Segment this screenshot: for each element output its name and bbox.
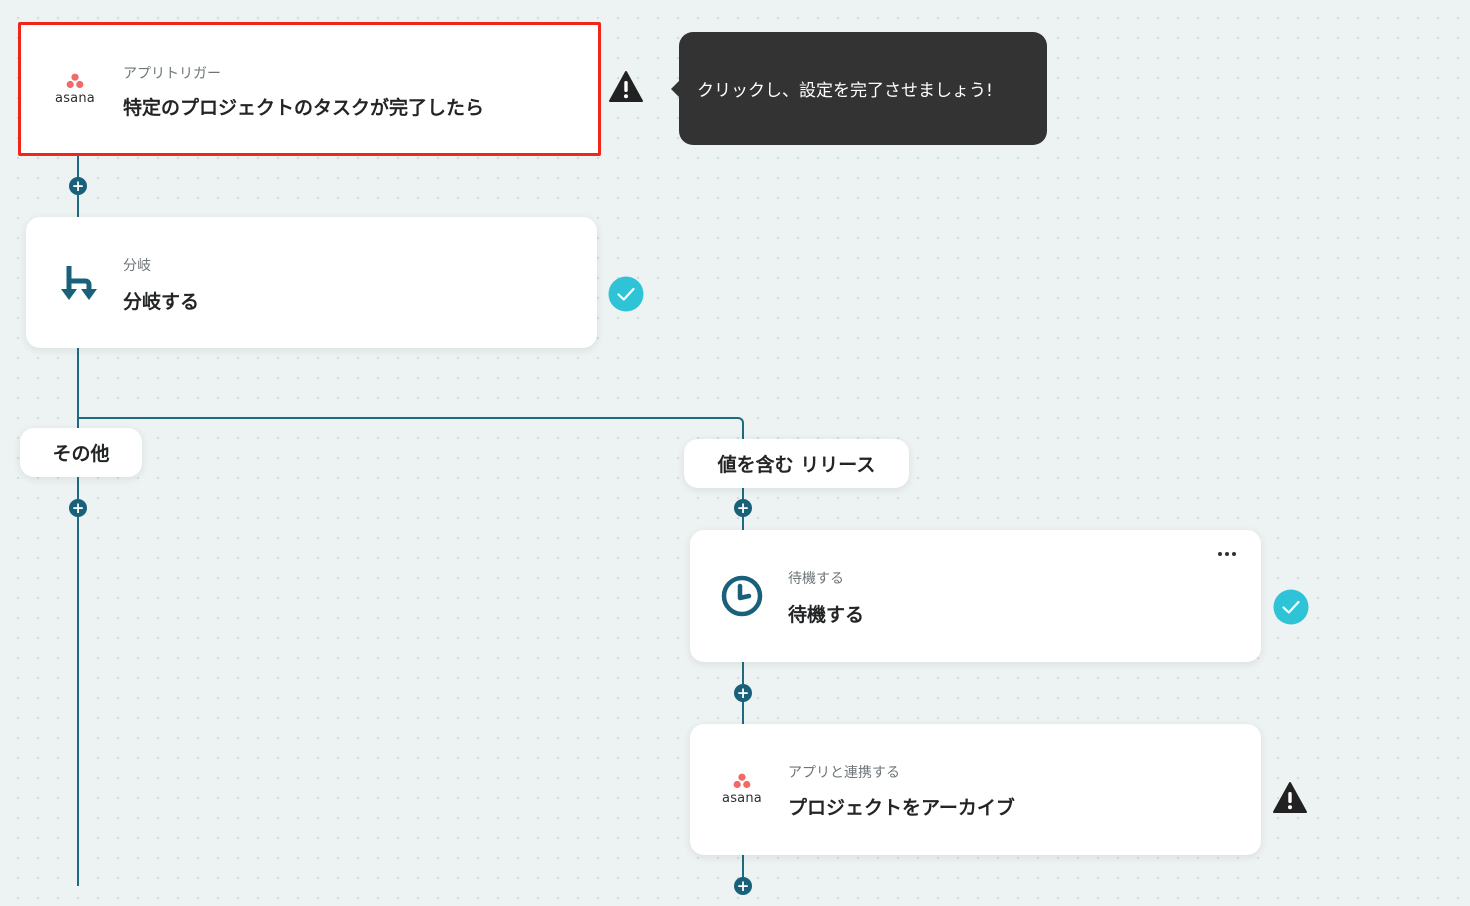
flow-canvas: asana アプリトリガー 特定のプロジェクトのタスクが完了したら クリックし、… — [0, 0, 1470, 906]
node-category-label: アプリと連携する — [788, 765, 900, 781]
more-dot — [1225, 552, 1229, 556]
branch-label-text: 値を含む リリース — [717, 454, 876, 476]
node-category-label: 分岐 — [123, 258, 151, 274]
branch-icon — [46, 255, 114, 311]
wait-node-card[interactable]: 待機する 待機する — [690, 530, 1261, 662]
asana-wordmark: asana — [722, 791, 762, 806]
asana-dots-icon — [66, 73, 84, 88]
node-title: プロジェクトをアーカイブ — [788, 797, 1015, 819]
check-circle-icon — [608, 276, 644, 312]
add-step-button[interactable]: + — [734, 684, 752, 702]
wait-icon — [708, 568, 776, 624]
node-category-label: アプリトリガー — [123, 66, 221, 82]
branch-label-condition[interactable]: 値を含む リリース — [684, 439, 909, 488]
trigger-node-card[interactable]: asana アプリトリガー 特定のプロジェクトのタスクが完了したら — [18, 22, 601, 156]
node-title: 分岐する — [123, 291, 200, 313]
clock-icon — [721, 575, 763, 617]
branch-connector — [78, 417, 744, 441]
node-title: 待機する — [788, 604, 865, 626]
node-title: 特定のプロジェクトのタスクが完了したら — [123, 97, 485, 119]
check-circle-icon — [1273, 589, 1309, 625]
branch-arrows-icon — [61, 265, 97, 300]
asana-logo: asana — [41, 61, 109, 117]
node-category-label: 待機する — [788, 571, 844, 587]
setup-tooltip: クリックし、設定を完了させましょう! — [679, 32, 1047, 145]
branch-node-card[interactable]: 分岐 分岐する — [26, 217, 597, 348]
add-step-button[interactable]: + — [734, 499, 752, 517]
add-step-button[interactable]: + — [734, 877, 752, 895]
asana-logo: asana — [708, 762, 776, 818]
branch-label-text: その他 — [52, 443, 110, 465]
more-dot — [1232, 552, 1236, 556]
more-dot — [1218, 552, 1222, 556]
asana-wordmark: asana — [55, 90, 95, 106]
warning-icon — [1273, 782, 1307, 813]
warning-icon — [609, 71, 643, 102]
archive-node-card[interactable]: asana アプリと連携する プロジェクトをアーカイブ — [690, 724, 1261, 855]
branch-label-other[interactable]: その他 — [20, 428, 142, 477]
asana-dots-icon — [733, 773, 751, 789]
more-options-button[interactable] — [1213, 544, 1241, 564]
add-step-button[interactable]: + — [69, 499, 87, 517]
tooltip-text: クリックし、設定を完了させましょう! — [697, 81, 993, 101]
add-step-button[interactable]: + — [69, 177, 87, 195]
